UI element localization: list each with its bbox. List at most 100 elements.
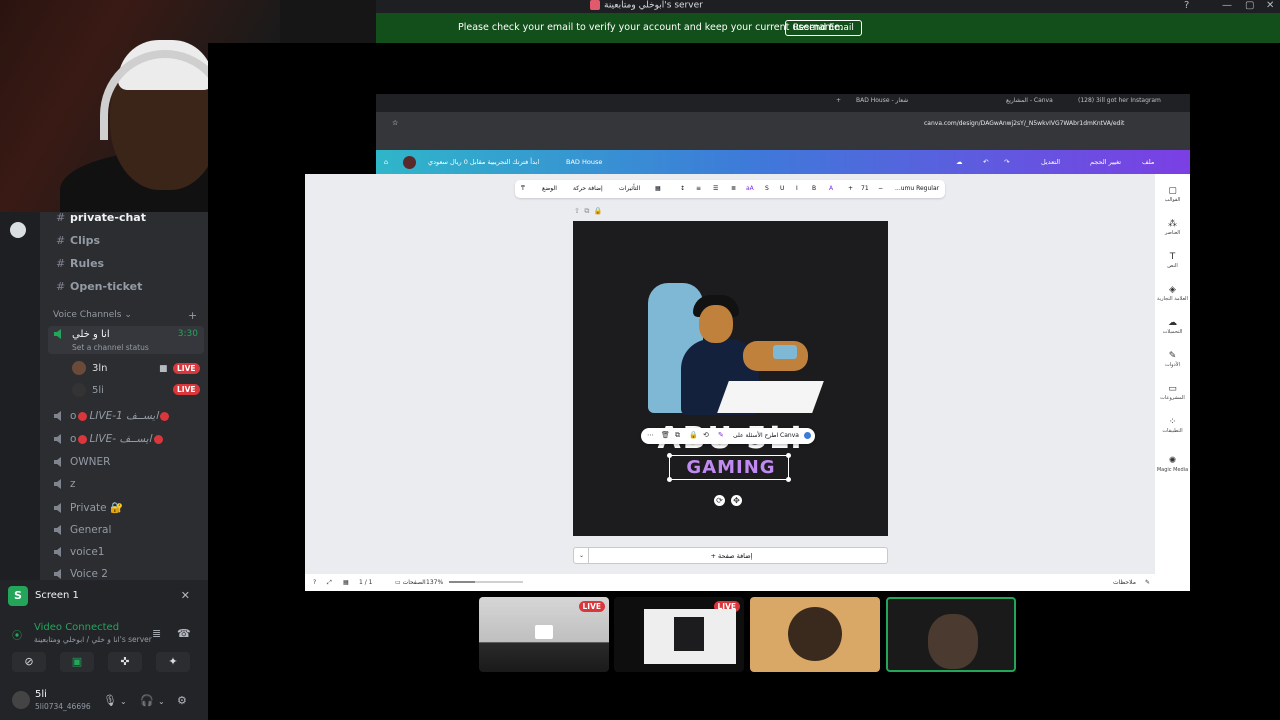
avatar[interactable] xyxy=(12,691,30,709)
align-center-icon[interactable]: ≣ xyxy=(731,185,736,192)
voice-channel-live-1[interactable]: o LIVE-1 ﺍﻳﺴــﻒ xyxy=(54,410,171,428)
home-icon[interactable]: ⌂ xyxy=(384,158,388,166)
activities-button[interactable]: ✜ xyxy=(108,652,142,672)
voice-channel-voice1[interactable]: voice1 xyxy=(54,546,104,564)
more-icon[interactable]: ⋯ xyxy=(647,431,654,439)
voice-channel-general[interactable]: General xyxy=(54,524,111,542)
star-icon[interactable]: ☆ xyxy=(392,119,398,127)
case-icon[interactable]: aA xyxy=(746,185,754,192)
current-voice-channel[interactable]: انا و خلي 3:30 Set a channel status xyxy=(48,326,204,354)
rail-templates[interactable]: ▢ القوالب xyxy=(1155,186,1190,203)
effects-button[interactable]: التأثيرات xyxy=(619,185,640,192)
video-connected-status[interactable]: Video Connected xyxy=(34,622,119,633)
gear-icon[interactable]: ⚙ xyxy=(177,694,187,707)
voice-channel-live-2[interactable]: o LIVE- ﺍﻳﺴــﻒ xyxy=(54,433,165,451)
design-canvas[interactable]: ABU 5LI GAMING xyxy=(573,221,888,536)
underline-icon[interactable]: U xyxy=(780,185,784,192)
refresh-icon[interactable]: ⟲ xyxy=(703,431,709,439)
screen-share-row[interactable]: S Screen 1 ✕ xyxy=(8,586,200,606)
animate-button[interactable]: إضافة حركة xyxy=(573,185,603,192)
disconnect-icon[interactable]: ☎ xyxy=(177,627,191,640)
channel-private-chat[interactable]: # private-chat xyxy=(56,211,146,231)
close-button[interactable]: ✕ xyxy=(1266,0,1274,12)
text-style-icon[interactable]: ₸ xyxy=(521,185,525,192)
voice-channels-header[interactable]: Voice Channels ⌄ xyxy=(53,310,132,320)
channel-status[interactable]: Set a channel status xyxy=(72,343,149,352)
rotate-icon[interactable]: ⟳ xyxy=(714,495,725,506)
avatar[interactable] xyxy=(403,156,416,169)
add-page-button[interactable]: ⌄ + إضافة صفحة xyxy=(573,547,888,564)
list-icon[interactable]: ☰ xyxy=(713,185,718,192)
maximize-button[interactable]: ▢ xyxy=(1245,0,1254,12)
copy-icon[interactable]: ⧉ xyxy=(675,431,680,440)
zoom-slider[interactable] xyxy=(449,581,523,583)
rail-projects[interactable]: ▭ المشروعات xyxy=(1155,384,1190,401)
lock-icon[interactable]: 🔒 xyxy=(689,431,698,439)
help-icon[interactable]: ? xyxy=(313,579,316,586)
minimize-button[interactable]: — xyxy=(1222,0,1232,12)
stream-thumb-1[interactable]: LIVE xyxy=(479,597,609,672)
rail-text[interactable]: T النص xyxy=(1155,252,1190,269)
bold-icon[interactable]: B xyxy=(812,185,816,192)
duplicate-icon[interactable]: ⧉ xyxy=(584,207,589,215)
trash-icon[interactable]: 🗑 xyxy=(661,431,670,439)
zoom-value[interactable]: 137% xyxy=(426,579,443,586)
spacing-icon[interactable]: ↕ xyxy=(680,185,685,192)
notes-button[interactable]: ملاحظات xyxy=(1113,579,1136,586)
italic-icon[interactable]: I xyxy=(796,185,798,192)
stream-thumb-2[interactable]: LIVE xyxy=(614,597,744,672)
transparency-icon[interactable]: ▦ xyxy=(655,185,661,192)
magic-icon[interactable]: ✎ xyxy=(718,431,724,439)
edit-menu[interactable]: التعديل xyxy=(1041,158,1060,166)
discover-icon[interactable] xyxy=(10,222,26,238)
share-screen-button[interactable]: ▣ xyxy=(60,652,94,672)
add-channel-icon[interactable]: + xyxy=(188,309,197,322)
fullscreen-icon[interactable]: ⤢ xyxy=(327,579,332,587)
resize-handle[interactable] xyxy=(786,453,791,458)
address-bar[interactable]: ☆ canva.com/design/DAGwAnwj2sY/_N5wkvIVG… xyxy=(388,116,1186,130)
voice-channel-private[interactable]: Private 🔐 xyxy=(54,501,123,519)
new-tab-icon[interactable]: + xyxy=(836,97,841,104)
font-family-selector[interactable]: ...umu Regular xyxy=(895,185,939,192)
rail-uploads[interactable]: ☁ التحميلات xyxy=(1155,318,1190,335)
move-icon[interactable]: ✥ xyxy=(731,495,742,506)
resize-handle[interactable] xyxy=(667,453,672,458)
selection-box[interactable] xyxy=(669,455,789,480)
undo-icon[interactable]: ↶ xyxy=(983,158,988,166)
resize-handle[interactable] xyxy=(786,477,791,482)
pages-button[interactable]: ▭ الصفحات xyxy=(395,579,426,586)
headphones-icon[interactable]: 🎧 xyxy=(140,694,154,707)
text-color-icon[interactable]: A xyxy=(829,185,833,192)
voice-channel-owner[interactable]: OWNER xyxy=(54,456,110,474)
soundboard-button[interactable]: ✦ xyxy=(156,652,190,672)
rail-elements[interactable]: ⁂ العناصر xyxy=(1155,219,1190,236)
voice-channel-z[interactable]: z xyxy=(54,478,76,496)
strikethrough-icon[interactable]: S xyxy=(765,185,769,192)
voice-user-5li[interactable]: 5li xyxy=(72,383,104,399)
channel-open-ticket[interactable]: # Open-ticket xyxy=(56,280,142,300)
grid-icon[interactable]: ▦ xyxy=(343,579,349,586)
chevron-down-icon[interactable]: ⌄ xyxy=(120,697,127,706)
camera-off-button[interactable]: ⊘ xyxy=(12,652,46,672)
ask-canva-button[interactable]: اطرح الأسئلة على Canva xyxy=(733,432,799,439)
noise-suppression-icon[interactable]: ≣ xyxy=(152,627,161,640)
increase-size-icon[interactable]: + xyxy=(848,185,853,192)
resize-menu[interactable]: تغيير الحجم xyxy=(1090,158,1121,166)
decrease-size-icon[interactable]: − xyxy=(878,185,883,192)
position-button[interactable]: الوضع xyxy=(542,185,557,192)
lock-icon[interactable]: 🔒 xyxy=(594,207,603,215)
rail-magic-media[interactable]: ✺ Magic Media xyxy=(1155,456,1190,473)
browser-tab[interactable]: (128) 3ill got her Instagram xyxy=(1078,97,1161,104)
rail-tools[interactable]: ✎ الأدوات xyxy=(1155,351,1190,368)
chevron-down-icon[interactable]: ⌄ xyxy=(158,697,165,706)
help-icon[interactable]: ? xyxy=(1184,0,1189,12)
rail-brand[interactable]: ◈ العلامة التجارية xyxy=(1155,285,1190,302)
browser-tab[interactable]: BAD House - شعار xyxy=(856,97,908,104)
browser-tab[interactable]: المشاريع - Canva xyxy=(1006,97,1053,104)
channel-rules[interactable]: # Rules xyxy=(56,257,104,277)
redo-icon[interactable]: ↷ xyxy=(1004,158,1009,166)
microphone-icon[interactable]: 🎙 xyxy=(103,694,117,707)
trial-promo[interactable]: ابدأ فترتك التجريبية مقابل 0 ريال سعودي xyxy=(428,158,539,166)
voice-user-3ln[interactable]: 3ln xyxy=(72,361,107,377)
doc-name[interactable]: BAD House xyxy=(566,158,602,166)
